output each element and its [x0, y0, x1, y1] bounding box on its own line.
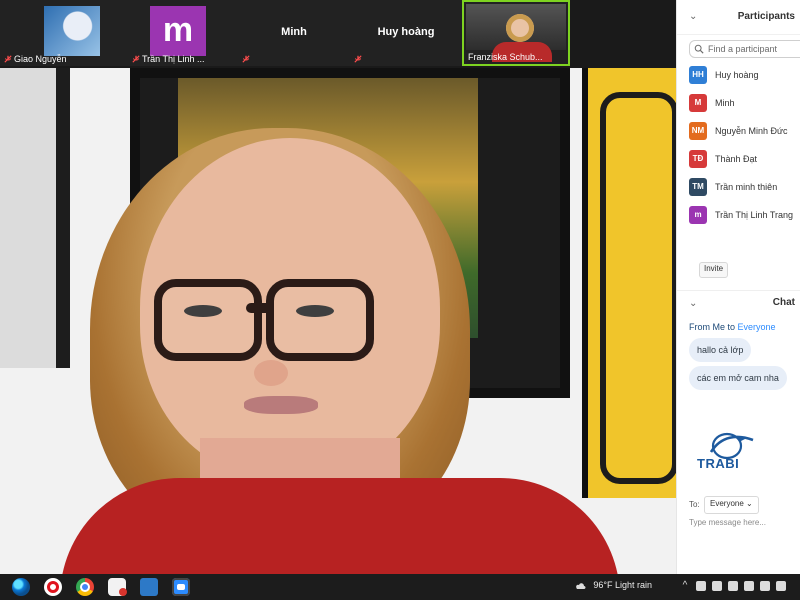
poster-art: [600, 92, 676, 484]
video-icon[interactable]: [728, 581, 738, 591]
chat-message-input[interactable]: Type message here...: [689, 518, 766, 527]
zoom-icon[interactable]: [172, 578, 190, 596]
speaker-glasses: [154, 273, 374, 361]
chat-from-label: From Me to: [689, 322, 736, 332]
speaker-nose: [254, 360, 288, 386]
participant-name: Trần Thị Linh ...: [142, 54, 205, 64]
participant-avatar: NM: [689, 122, 707, 140]
chat-header[interactable]: ⌄ Chat: [677, 290, 800, 315]
muted-mic-icon: [242, 55, 250, 63]
invite-button[interactable]: Invite: [699, 262, 729, 278]
participant-avatar: m: [689, 206, 707, 224]
speaker-mouth: [244, 396, 318, 414]
participant-name: Giao Nguyễn: [14, 54, 67, 64]
chevron-down-icon[interactable]: ⌄: [689, 11, 697, 22]
file-explorer-icon[interactable]: [140, 578, 158, 596]
windows-taskbar: 96°F Light rain ^: [0, 574, 800, 600]
participants-title: Participants: [737, 11, 795, 22]
participant-initial-avatar: m: [150, 6, 206, 56]
edge-icon[interactable]: [12, 578, 30, 596]
participant-list-item[interactable]: m Trần Thị Linh Trang: [689, 206, 800, 234]
participant-name: Thành Đạt: [715, 154, 758, 164]
chat-message: các em mở cam nha: [689, 366, 787, 390]
notification-icon[interactable]: [108, 578, 127, 596]
participant-tile-giao[interactable]: Giao Nguyễn: [0, 0, 129, 66]
weather-widget[interactable]: 96°F Light rain: [573, 580, 652, 594]
participant-video-thumbnail: [466, 4, 566, 62]
muted-mic-icon: [354, 55, 362, 63]
participant-avatar: M: [689, 94, 707, 112]
participant-head: [506, 14, 534, 42]
chat-title: Chat: [772, 297, 795, 308]
participant-avatar: TM: [689, 178, 707, 196]
trabi-logo-text: TRABI: [697, 456, 740, 471]
chat-recipient-select[interactable]: Everyone ⌄: [704, 496, 759, 514]
participant-name: Trần Thị Linh Trang: [715, 210, 794, 220]
chevron-down-icon[interactable]: ⌄: [689, 298, 697, 309]
system-tray: ^: [680, 579, 794, 595]
participant-list-item[interactable]: TM Trần minh thiên: [689, 178, 800, 206]
participant-list-item[interactable]: NM Nguyễn Minh Đức: [689, 122, 800, 150]
main-video: [0, 68, 676, 574]
glasses-right-lens: [266, 279, 374, 361]
participant-display-name: Minh: [281, 26, 307, 38]
chat-message: hallo cả lớp: [689, 338, 752, 362]
weather-text: 96°F Light rain: [593, 580, 652, 590]
participant-name: Huy hoàng: [715, 70, 759, 80]
participant-tile-minh[interactable]: Minh: [238, 0, 351, 66]
chevron-down-icon: ⌄: [746, 499, 753, 508]
chat-to-label: To:: [689, 500, 700, 509]
chat-recipient-link[interactable]: Everyone: [738, 322, 776, 332]
participant-tile-tran-thi-linh[interactable]: m Trần Thị Linh ...: [128, 0, 239, 66]
participant-list-item[interactable]: TĐ Thành Đạt: [689, 150, 800, 178]
participant-list-item[interactable]: HH Huy hoàng: [689, 66, 800, 94]
participants-search-input[interactable]: Find a participant: [689, 40, 800, 58]
search-icon: [694, 44, 704, 54]
yellow-poster: [582, 68, 676, 498]
participant-avatar: HH: [689, 66, 707, 84]
participant-list-item[interactable]: M Minh: [689, 94, 800, 122]
search-placeholder: Find a participant: [708, 44, 778, 54]
participant-name: Trần minh thiên: [715, 182, 778, 192]
glasses-left-lens: [154, 279, 262, 361]
speaker-left-eye: [184, 305, 222, 317]
opera-icon[interactable]: [44, 578, 62, 596]
chevron-up-icon[interactable]: ^: [680, 581, 690, 591]
chat-message-placeholder: Type message here...: [689, 518, 766, 527]
participant-tile-huy-hoang[interactable]: Huy hoàng: [350, 0, 463, 66]
tray-app-icon[interactable]: [696, 581, 706, 591]
speaker-icon[interactable]: [760, 581, 770, 591]
speaker-right-eye: [296, 305, 334, 317]
wall-left-frame: [0, 68, 70, 368]
participants-header[interactable]: ⌄ Participants: [677, 0, 800, 35]
participant-name: Nguyễn Minh Đức: [715, 126, 788, 136]
participants-list: HH Huy hoàng M Minh NM Nguyễn Minh Đức T…: [689, 66, 800, 234]
side-panel: ⌄ Participants Find a participant HH Huy…: [676, 0, 800, 574]
battery-icon[interactable]: [776, 581, 786, 591]
network-icon[interactable]: [744, 581, 754, 591]
chrome-icon[interactable]: [76, 578, 94, 596]
chat-from-line: From Me to Everyone: [689, 322, 776, 332]
microphone-icon[interactable]: [712, 581, 722, 591]
participant-tile-franziska[interactable]: Franziska Schub...: [462, 0, 570, 66]
participant-strip: Giao Nguyễn m Trần Thị Linh ... Minh Huy…: [0, 0, 676, 68]
participant-name: Minh: [715, 98, 735, 108]
cloud-rain-icon: [576, 582, 586, 589]
participant-display-name: Huy hoàng: [377, 26, 435, 38]
chat-recipient-value: Everyone: [710, 499, 744, 508]
speaker-shirt: [60, 478, 620, 574]
participant-avatar: TĐ: [689, 150, 707, 168]
participant-thumbnail: [44, 6, 100, 56]
participant-name: Franziska Schub...: [468, 52, 543, 62]
